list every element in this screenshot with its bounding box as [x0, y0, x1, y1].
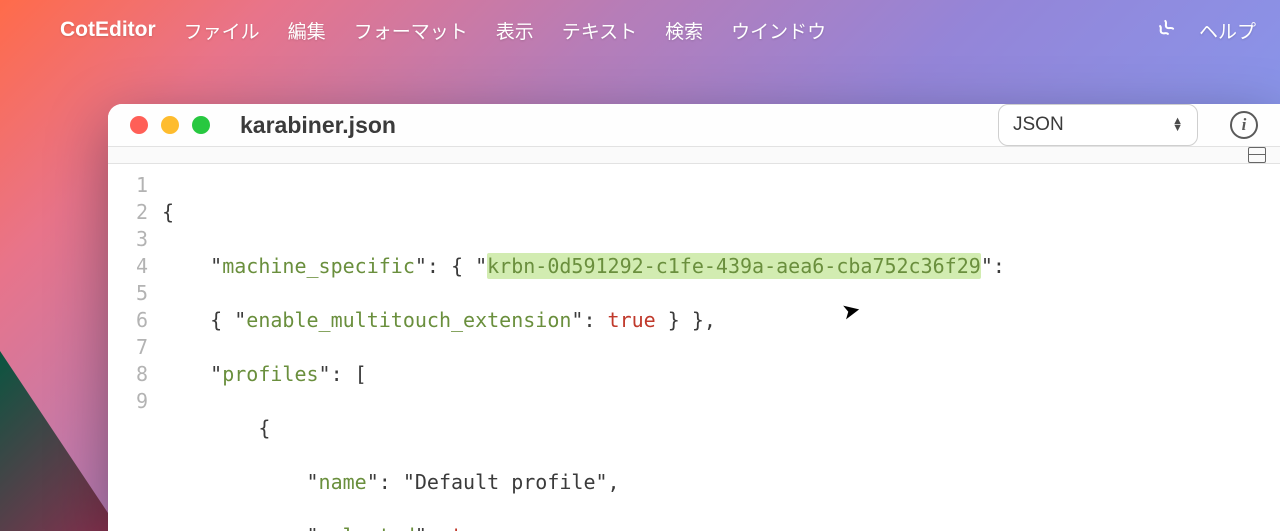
split-view-icon[interactable]	[1248, 147, 1266, 163]
minimize-button[interactable]	[161, 116, 179, 134]
info-button[interactable]: i	[1230, 111, 1258, 139]
code-editor[interactable]: 1 2 3 4 5 6 7 8 9 { "machine_specific": …	[108, 164, 1280, 531]
line-number-gutter: 1 2 3 4 5 6 7 8 9	[108, 172, 162, 531]
info-icon: i	[1242, 115, 1247, 135]
scripts-menu-icon[interactable]	[1153, 19, 1175, 41]
traffic-lights	[130, 116, 210, 134]
syntax-dropdown-value: JSON	[1013, 114, 1064, 136]
chevron-up-down-icon: ▲▼	[1172, 118, 1183, 132]
menu-help[interactable]: ヘルプ	[1199, 17, 1256, 44]
sub-toolbar	[108, 146, 1280, 164]
menu-find[interactable]: 検索	[665, 17, 703, 44]
menu-view[interactable]: 表示	[496, 17, 534, 44]
menu-text[interactable]: テキスト	[562, 17, 637, 44]
menu-file[interactable]: ファイル	[184, 17, 260, 44]
highlighted-selection: krbn-0d591292-c1fe-439a-aea6-cba752c36f2…	[487, 253, 981, 279]
close-button[interactable]	[130, 116, 148, 134]
menu-window[interactable]: ウインドウ	[731, 17, 826, 44]
menubar: CotEditor ファイル 編集 フォーマット 表示 テキスト 検索 ウインド…	[0, 0, 1280, 60]
editor-window: karabiner.json JSON ▲▼ i 1 2 3 4 5 6 7 8…	[108, 104, 1280, 531]
syntax-dropdown[interactable]: JSON ▲▼	[998, 104, 1198, 146]
app-menu[interactable]: CotEditor	[60, 18, 156, 42]
zoom-button[interactable]	[192, 116, 210, 134]
document-title: karabiner.json	[240, 112, 396, 139]
code-content[interactable]: { "machine_specific": { "krbn-0d591292-c…	[162, 172, 1280, 531]
titlebar: karabiner.json JSON ▲▼ i	[108, 104, 1280, 146]
menu-edit[interactable]: 編集	[288, 17, 326, 44]
menu-format[interactable]: フォーマット	[354, 17, 468, 44]
